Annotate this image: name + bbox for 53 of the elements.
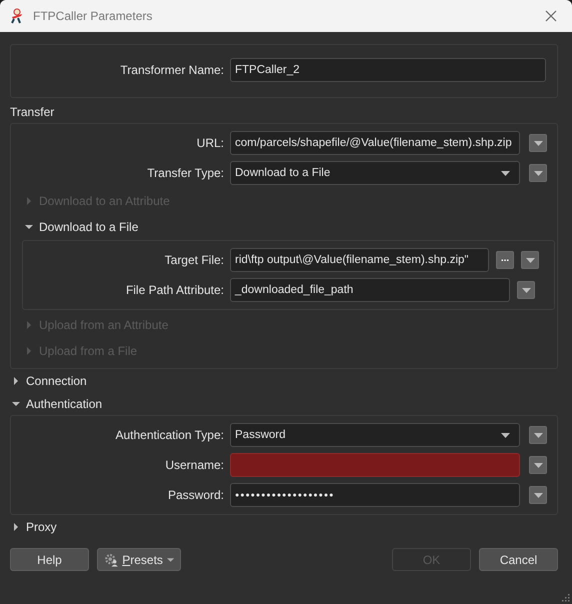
caret-icon [166,558,174,562]
window-title: FTPCaller Parameters [33,9,154,23]
section-heading: Transfer [10,104,56,121]
menu-button[interactable] [529,164,547,182]
gear-person-icon [104,552,118,568]
dropdown[interactable]: Password [230,423,520,447]
presets-button[interactable]: Presets [97,548,181,571]
caret-icon [534,462,542,468]
caret-icon [501,432,510,438]
collapsed-arrow-icon [25,321,33,329]
collapsed-arrow-icon [12,522,20,530]
caret-icon [534,140,542,146]
menu-button[interactable] [529,486,547,504]
field-label: Transformer Name: [119,63,225,77]
caret-icon [534,492,542,498]
menu-button[interactable] [529,426,547,444]
menu-button[interactable] [529,134,547,152]
field-label: Target File: [164,253,225,267]
menu-button[interactable] [517,281,535,299]
close-icon[interactable] [545,10,557,22]
section-toggle[interactable]: Proxy [10,515,57,538]
input-field[interactable] [230,453,520,477]
input-field[interactable]: _downloaded_file_path [230,278,510,302]
input-field[interactable]: FTPCaller_2 [230,58,546,82]
menu-button[interactable] [529,456,547,474]
app-icon [9,8,25,24]
field-label: Password: [166,488,225,502]
menu-button[interactable] [521,251,539,269]
subsection-toggle[interactable]: Download to a File [11,214,138,240]
expanded-arrow-icon [25,223,33,231]
help-button[interactable]: Help [10,548,89,571]
caret-icon [501,170,510,176]
field-label: Transfer Type: [146,166,225,180]
collapsed-arrow-icon [12,376,20,384]
field-label: Authentication Type: [114,428,225,442]
collapsed-arrow-icon [25,347,33,355]
input-field[interactable]: com/parcels/shapefile/@Value(filename_stem).shp.zip [230,131,520,155]
browse-button[interactable]: ... [496,251,514,269]
caret-icon [534,170,542,176]
input-field[interactable]: rid\ftp output\@Value(filename_stem).shp.zip" [230,248,489,272]
expanded-arrow-icon [12,400,20,408]
resize-grip-icon [561,593,570,602]
field-label: URL: [196,136,225,150]
field-label: Username: [164,458,225,472]
field-label: File Path Attribute: [124,283,225,297]
collapsed-arrow-icon [25,197,33,205]
cancel-button[interactable]: Cancel [479,548,558,571]
section-toggle[interactable]: Authentication [10,392,102,415]
caret-icon [534,432,542,438]
caret-icon [526,258,534,262]
section-toggle[interactable]: Connection [10,369,87,392]
caret-icon [522,288,530,292]
dropdown[interactable]: Download to a File [230,161,520,185]
